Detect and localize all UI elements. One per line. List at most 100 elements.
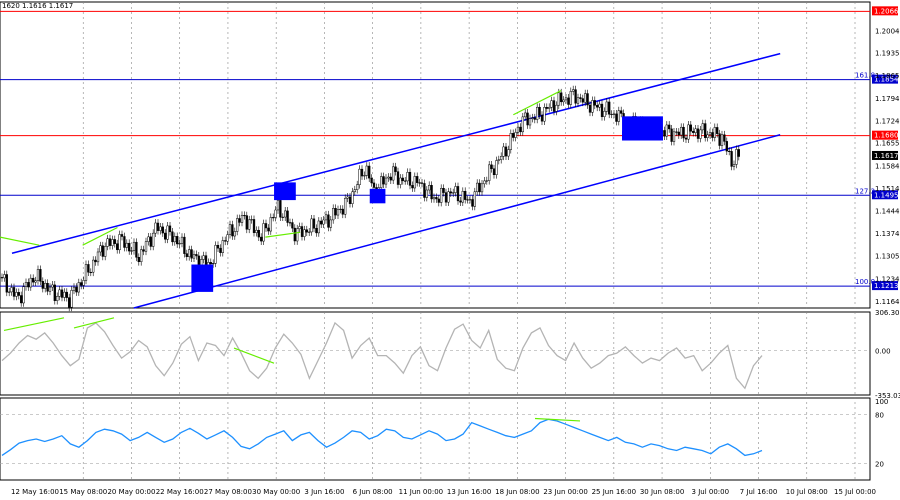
candle-body: [536, 106, 539, 120]
candle-body: [363, 175, 366, 177]
candle-body: [538, 106, 541, 116]
candle-body: [528, 118, 532, 126]
rsi-series-line: [1, 418, 763, 457]
level-label: 1.1680: [874, 132, 899, 140]
candle-body: [120, 234, 124, 237]
candle-body: [723, 134, 726, 142]
candle-body: [82, 280, 85, 286]
candle-body: [596, 105, 599, 108]
candle-body: [310, 218, 313, 233]
candle-body: [296, 228, 299, 242]
candle-body: [581, 98, 584, 103]
candle-body: [612, 113, 616, 115]
y-tick-label: 1.1865: [875, 72, 900, 80]
candle-body: [368, 165, 371, 179]
candle-body: [99, 245, 102, 253]
candle-body: [483, 180, 486, 185]
candle-body: [425, 189, 428, 198]
candle-body: [456, 186, 460, 202]
x-tick-label: 12 May 16:00: [11, 488, 59, 496]
candle-body: [665, 124, 668, 137]
candle-body: [564, 97, 568, 101]
candle-body: [89, 271, 92, 274]
candle-body: [164, 232, 167, 240]
candle-body: [699, 129, 702, 139]
candle-body: [106, 238, 109, 247]
channel-upper: [11, 52, 781, 254]
candle-body: [276, 200, 280, 211]
candle-body: [48, 286, 52, 292]
candle-body: [8, 291, 11, 293]
x-tick-label: 10 Jul 08:00: [786, 488, 828, 496]
candle-body: [418, 182, 421, 184]
candle-body: [725, 141, 728, 152]
candle-body: [663, 130, 666, 137]
candle-body: [173, 236, 176, 243]
candle-body: [351, 191, 354, 204]
candle-body: [507, 149, 510, 157]
candle-body: [305, 229, 308, 233]
current-price-label: 1.1617: [874, 152, 899, 160]
candle-body: [111, 239, 114, 246]
candle-body: [267, 227, 270, 232]
candle-body: [32, 277, 35, 283]
candle-body: [567, 97, 570, 105]
candle-body: [149, 236, 152, 247]
candle-body: [432, 197, 436, 200]
candle-body: [168, 225, 172, 233]
candle-body: [293, 227, 296, 242]
main-panel: 1.20661.1854161.81.16801.1495127.21.1213…: [0, 6, 900, 312]
candle-body: [178, 243, 181, 245]
candle-body: [512, 133, 515, 138]
candle-body: [231, 224, 234, 237]
price-chart[interactable]: 1.20661.1854161.81.16801.1495127.21.1213…: [0, 0, 900, 500]
candle-body: [466, 199, 469, 201]
candle-body: [320, 220, 323, 225]
candle-body: [370, 177, 373, 184]
candle-body: [312, 218, 316, 229]
candle-body: [389, 176, 392, 181]
candle-body: [56, 296, 59, 301]
y-tick-label: 1.1655: [875, 140, 900, 148]
candle-body: [591, 100, 594, 113]
candle-body: [255, 229, 258, 233]
candle-body: [692, 130, 695, 133]
candle-body: [356, 184, 359, 190]
candle-body: [413, 176, 416, 189]
cci-series-line: [1, 321, 763, 390]
candle-body: [706, 134, 709, 138]
x-tick-label: 22 May 16:00: [156, 488, 204, 496]
candle-body: [442, 187, 445, 193]
candle-body: [399, 177, 402, 185]
candle-body: [68, 297, 71, 308]
cci-divergence: [73, 317, 115, 329]
candle-body: [0, 277, 4, 279]
x-tick-label: 13 Jun 16:00: [447, 488, 491, 496]
candle-body: [603, 111, 606, 117]
candle-body: [372, 182, 376, 188]
candle-body: [65, 291, 68, 298]
candle-body: [329, 219, 332, 228]
candle-body: [195, 254, 198, 257]
candle-body: [188, 249, 191, 257]
candle-body: [17, 292, 20, 296]
candle-body: [684, 137, 688, 140]
candle-body: [214, 244, 217, 264]
grid: [0, 1, 871, 481]
candle-body: [394, 166, 397, 172]
candle-body: [272, 217, 275, 219]
candle-body: [262, 223, 265, 242]
candle-body: [104, 246, 107, 257]
candle-body: [171, 231, 174, 243]
candle-body: [711, 132, 714, 138]
x-tick-label: 18 Jun 08:00: [495, 488, 539, 496]
quote-header: 1620 1.1616 1.1617: [2, 2, 73, 10]
candle-body: [240, 215, 244, 223]
candle-body: [12, 287, 16, 297]
candle-body: [670, 128, 673, 142]
candle-body: [420, 182, 424, 184]
candle-body: [142, 249, 145, 252]
candle-body: [243, 215, 246, 217]
candle-body: [514, 132, 517, 138]
candle-body: [135, 241, 138, 258]
